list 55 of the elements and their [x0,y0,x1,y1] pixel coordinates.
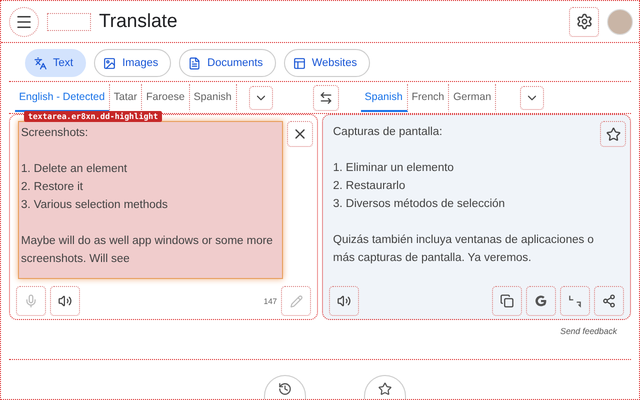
mode-tab[interactable]: Documents [179,49,276,77]
language-tab[interactable]: German [449,84,496,112]
language-tab[interactable]: Spanish [190,84,237,112]
microphone-icon [24,294,38,308]
share-button[interactable] [594,286,624,316]
more-languages-button[interactable] [248,86,273,110]
text-line: 1. Delete an element [21,162,128,177]
text-line: Capturas de pantalla: [333,125,444,140]
listen-button[interactable] [329,286,359,316]
mode-tab[interactable]: Images [94,49,172,77]
speaker-icon [337,294,351,308]
saved-button[interactable] [364,375,406,399]
settings-icon [576,13,592,30]
history-icon [278,382,292,396]
swap-languages-button[interactable] [312,84,339,110]
copy-icon [500,294,514,308]
text-line: 3. Various selection methods [21,198,169,213]
text-line: 1. Eliminar un elemento [333,161,455,176]
document-icon [188,56,202,70]
copy-button[interactable] [492,286,522,316]
website-icon [292,56,306,70]
mode-tab[interactable]: Text [25,49,86,77]
swap-icon [318,90,333,104]
history-button[interactable] [264,375,306,399]
more-languages-button[interactable] [520,86,544,110]
send-feedback-link[interactable]: Send feedback [560,326,617,353]
text-line: Screenshots: [21,126,90,141]
language-tab[interactable]: French [408,84,450,112]
listen-button[interactable] [50,286,80,316]
share-icon [602,294,616,308]
menu-button[interactable] [9,6,39,36]
translate-icon [34,56,47,70]
mode-tab[interactable]: Websites [284,49,370,77]
text-line: Maybe will do as well app windows or some more screenshots. Will see [21,234,274,267]
settings-button[interactable] [569,6,599,36]
star-icon [378,382,392,396]
source-text-area[interactable]: Screenshots: 1. Delete an element 2. Restore it 3. Various selection methods Maybe will do as well app windows or some more screenshots. Will see [18,121,283,279]
star-icon [606,126,620,142]
text-line: 3. Diversos métodos de selección [333,197,506,212]
text-line: Quizás también incluya ventanas de aplicaciones o más capturas de pantalla. Ya veremos. [333,233,594,266]
speaker-icon [58,294,72,308]
edit-button[interactable] [281,286,311,316]
pencil-icon [290,294,302,308]
clear-button[interactable] [287,121,313,147]
google-g-icon [534,294,548,308]
logo-placeholder [47,12,91,30]
text-line: 2. Restaurarlo [333,179,406,194]
text-line: 2. Restore it [21,180,84,195]
language-tab[interactable]: Spanish [360,84,408,112]
save-translation-button[interactable] [600,121,626,147]
highlight-label: textarea.er8xn.dd-highlight [24,111,162,122]
google-button[interactable] [526,286,556,316]
image-icon [103,56,116,70]
app-title: Translate [99,10,178,32]
character-count: 147 [264,296,277,306]
